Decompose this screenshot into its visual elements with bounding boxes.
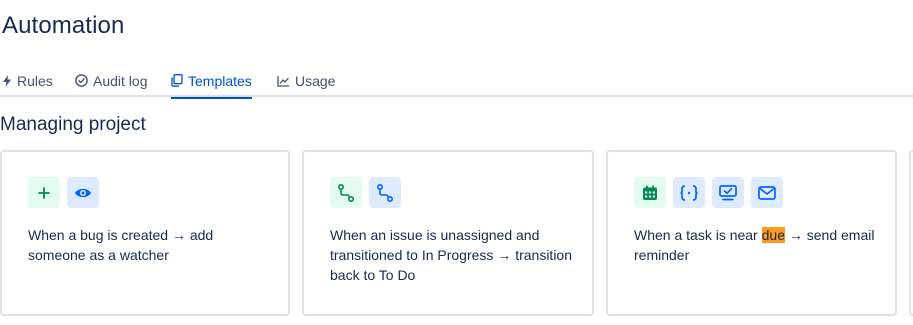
template-card-partial[interactable] (909, 150, 913, 316)
tab-templates[interactable]: Templates (171, 64, 252, 99)
calendar-icon (634, 177, 666, 208)
plus-icon (28, 177, 60, 208)
tab-bar: Rules Audit log Templates Usage (0, 64, 913, 99)
card-icons (634, 177, 783, 208)
card-icons (28, 177, 99, 208)
tab-label: Rules (17, 72, 53, 89)
lightning-icon (2, 74, 12, 87)
tab-usage[interactable]: Usage (277, 64, 335, 97)
check-circle-icon (75, 74, 88, 87)
tab-audit-log[interactable]: Audit log (75, 64, 147, 97)
tab-label: Usage (295, 72, 336, 89)
template-card-unassigned-transition[interactable]: When an issue is unassigned and transiti… (302, 150, 594, 316)
branch-icon (369, 177, 401, 208)
template-card-due-reminder[interactable]: When a task is near due → send email rem… (606, 150, 897, 316)
tab-rules[interactable]: Rules (2, 64, 53, 97)
card-description: When a task is near due → send email rem… (634, 225, 881, 265)
card-text-before: When a task is near (634, 227, 762, 243)
card-description: When an issue is unassigned and transiti… (330, 227, 573, 283)
copy-icon (171, 74, 183, 87)
line-chart-icon (277, 75, 290, 87)
tab-label: Audit log (93, 72, 148, 89)
tab-label: Templates (188, 72, 252, 89)
mail-icon (751, 177, 783, 208)
card-description: When a bug is created → add someone as a… (28, 227, 214, 263)
card-icons (330, 177, 401, 208)
section-title: Managing project (0, 114, 146, 135)
monitor-check-icon (712, 177, 744, 208)
page-title: Automation (2, 12, 125, 39)
branch-icon (330, 177, 362, 208)
braces-icon (673, 177, 705, 208)
search-highlight: due (761, 227, 785, 243)
template-card-bug-watcher[interactable]: When a bug is created → add someone as a… (0, 150, 290, 316)
eye-icon (67, 177, 99, 208)
